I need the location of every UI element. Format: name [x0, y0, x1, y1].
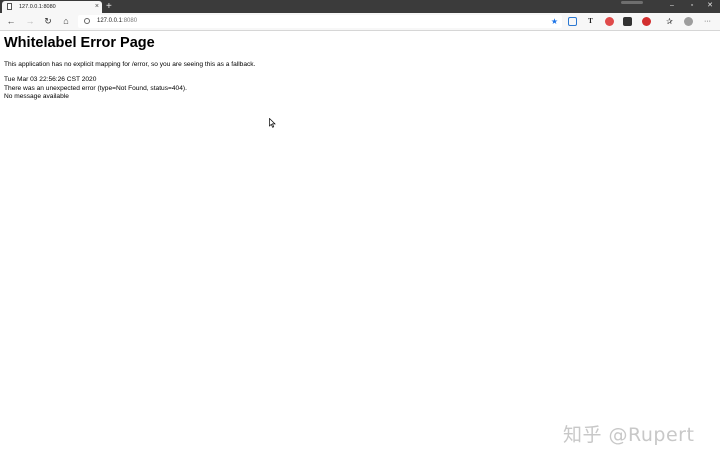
info-icon[interactable]: [84, 18, 90, 24]
extension-icon[interactable]: [623, 17, 632, 26]
reload-button[interactable]: ↻: [40, 13, 56, 30]
new-tab-button[interactable]: +: [106, 0, 112, 13]
fallback-message: This application has no explicit mapping…: [4, 61, 256, 68]
address-bar[interactable]: 127.0.0.1:8080 ★: [78, 15, 562, 28]
no-message-text: No message available: [4, 93, 69, 100]
translate-icon[interactable]: T: [586, 17, 595, 26]
tab-close-button[interactable]: ×: [95, 1, 99, 13]
tab-title: 127.0.0.1:8080: [19, 4, 56, 10]
more-menu-icon[interactable]: ···: [703, 17, 712, 26]
collections-icon[interactable]: [568, 17, 577, 26]
tab-localhost[interactable]: 127.0.0.1:8080 ×: [2, 1, 102, 13]
favorite-star-icon[interactable]: ★: [551, 15, 558, 28]
url-text[interactable]: 127.0.0.1:8080: [97, 15, 137, 28]
forward-button[interactable]: →: [22, 13, 38, 30]
extension-icon[interactable]: [605, 17, 614, 26]
profile-avatar-icon[interactable]: [684, 17, 693, 26]
page-content: Whitelabel Error Page This application h…: [0, 31, 720, 467]
error-timestamp: Tue Mar 03 22:56:26 CST 2020: [4, 76, 97, 83]
error-detail: There was an unexpected error (type=Not …: [4, 84, 187, 92]
profile-chip[interactable]: [621, 1, 643, 4]
browser-tabstrip: 127.0.0.1:8080 × + – ▫ ✕: [0, 0, 720, 13]
watermark: 知乎 @Rupert: [563, 424, 695, 446]
adblock-icon[interactable]: [642, 17, 651, 26]
page-icon: [7, 3, 12, 10]
close-window-button[interactable]: ✕: [700, 0, 720, 13]
minimize-button[interactable]: –: [662, 0, 682, 13]
home-button[interactable]: ⌂: [58, 13, 74, 30]
back-button[interactable]: ←: [3, 13, 19, 30]
favorites-icon[interactable]: ✰: [665, 17, 674, 26]
browser-toolbar: ← → ↻ ⌂ 127.0.0.1:8080 ★ T ✰ ···: [0, 13, 720, 31]
url-port: :8080: [122, 18, 138, 24]
maximize-button[interactable]: ▫: [682, 0, 702, 13]
url-host: 127.0.0.1: [97, 18, 123, 24]
page-title: Whitelabel Error Page: [4, 35, 155, 51]
